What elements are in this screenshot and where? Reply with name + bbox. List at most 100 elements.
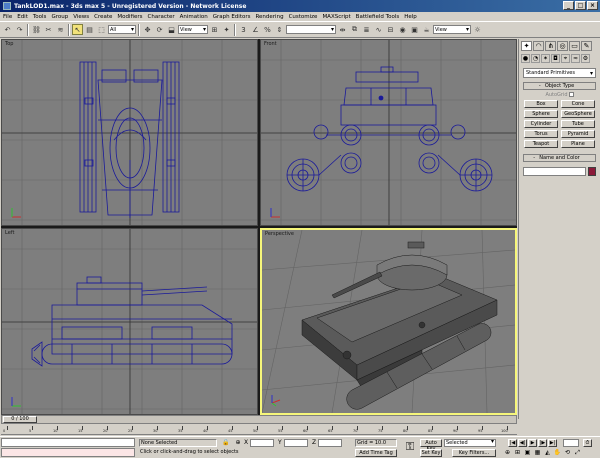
geosphere-button[interactable]: GeoSphere xyxy=(561,110,595,118)
create-tab-icon[interactable]: ✦ xyxy=(521,41,532,51)
sphere-button[interactable]: Sphere xyxy=(524,110,558,118)
menu-battlefield-tools[interactable]: Battlefield Tools xyxy=(356,14,400,20)
select-and-rotate-icon[interactable]: ⟳ xyxy=(154,24,165,35)
render-last-icon[interactable]: ☼ xyxy=(472,24,483,35)
track-bar[interactable]: 0 5 10 15 20 25 30 35 40 45 50 55 60 65 … xyxy=(1,424,517,435)
menu-animation[interactable]: Animation xyxy=(180,14,208,20)
box-button[interactable]: Box xyxy=(524,100,558,108)
selection-filter-dropdown[interactable]: All xyxy=(108,25,136,34)
menu-help[interactable]: Help xyxy=(404,14,417,20)
percent-snap-icon[interactable]: % xyxy=(262,24,273,35)
time-slider-thumb[interactable]: 0 / 100 xyxy=(3,416,37,423)
material-editor-icon[interactable]: ◉ xyxy=(397,24,408,35)
play-icon[interactable]: ▶ xyxy=(528,439,537,447)
space-warps-icon[interactable]: ≈ xyxy=(571,54,580,63)
viewport-label-top[interactable]: Top xyxy=(5,41,13,47)
curve-editor-icon[interactable]: ∿ xyxy=(373,24,384,35)
viewport-label-left[interactable]: Left xyxy=(5,230,14,236)
menu-character[interactable]: Character xyxy=(148,14,175,20)
maximize-button[interactable]: □ xyxy=(575,1,586,10)
object-name-input[interactable] xyxy=(523,167,586,176)
menu-graph-editors[interactable]: Graph Editors xyxy=(213,14,251,20)
current-frame-field[interactable] xyxy=(563,439,579,447)
autogrid-checkbox[interactable]: AutoGrid xyxy=(519,92,600,98)
plane-button[interactable]: Plane xyxy=(561,140,595,148)
modify-tab-icon[interactable]: ◠ xyxy=(533,41,544,51)
tube-button[interactable]: Tube xyxy=(561,120,595,128)
shapes-icon[interactable]: ◔ xyxy=(531,54,540,63)
cylinder-button[interactable]: Cylinder xyxy=(524,120,558,128)
key-filters-button[interactable]: Key Filters... xyxy=(452,449,496,457)
torus-button[interactable]: Torus xyxy=(524,130,558,138)
lock-selection-icon[interactable]: 🔒 xyxy=(222,439,230,447)
object-type-rollout[interactable]: Object Type xyxy=(523,82,596,90)
listener-output[interactable] xyxy=(1,448,135,457)
bind-space-warp-icon[interactable]: ≋ xyxy=(55,24,66,35)
viewport-left[interactable]: Left xyxy=(1,228,258,415)
display-tab-icon[interactable]: ▭ xyxy=(569,41,580,51)
z-coord-field[interactable] xyxy=(318,439,342,447)
teapot-button[interactable]: Teapot xyxy=(524,140,558,148)
menu-file[interactable]: File xyxy=(3,14,12,20)
motion-tab-icon[interactable]: ◎ xyxy=(557,41,568,51)
redo-icon[interactable]: ↷ xyxy=(14,24,25,35)
x-coord-field[interactable] xyxy=(250,439,274,447)
go-to-start-icon[interactable]: |◀ xyxy=(508,439,517,447)
arc-rotate-icon[interactable]: ⟲ xyxy=(563,449,572,457)
geometry-icon[interactable]: ● xyxy=(521,54,530,63)
viewport-label-front[interactable]: Front xyxy=(264,41,277,47)
auto-key-button[interactable]: Auto Key xyxy=(420,439,442,452)
object-color-swatch[interactable] xyxy=(588,167,596,176)
menu-tools[interactable]: Tools xyxy=(33,14,47,20)
previous-frame-icon[interactable]: ◀| xyxy=(518,439,527,447)
reference-coordinate-dropdown[interactable]: View xyxy=(178,25,208,34)
cone-button[interactable]: Cone xyxy=(561,100,595,108)
menu-group[interactable]: Group xyxy=(51,14,68,20)
quick-render-icon[interactable]: ☕ xyxy=(421,24,432,35)
pivot-point-icon[interactable]: ⊞ xyxy=(209,24,220,35)
select-and-manipulate-icon[interactable]: ✦ xyxy=(221,24,232,35)
layer-manager-icon[interactable]: ≣ xyxy=(361,24,372,35)
go-to-end-icon[interactable]: ▶| xyxy=(548,439,557,447)
y-coord-field[interactable] xyxy=(284,439,308,447)
viewport-top[interactable]: Top xyxy=(1,39,258,226)
render-type-dropdown[interactable]: View xyxy=(433,25,471,34)
named-selection-dropdown[interactable] xyxy=(286,25,336,34)
utilities-tab-icon[interactable]: ✎ xyxy=(581,41,592,51)
absolute-mode-icon[interactable]: ⊕ xyxy=(234,439,242,447)
select-and-link-icon[interactable]: ⛓ xyxy=(31,24,42,35)
zoom-extents-all-icon[interactable]: ▦ xyxy=(533,449,542,457)
undo-icon[interactable]: ↶ xyxy=(2,24,13,35)
zoom-icon[interactable]: ⊕ xyxy=(503,449,512,457)
key-mode-dropdown[interactable]: Selected xyxy=(444,439,496,447)
menu-modifiers[interactable]: Modifiers xyxy=(117,14,142,20)
lights-icon[interactable]: ✶ xyxy=(541,54,550,63)
cameras-icon[interactable]: ◘ xyxy=(551,54,560,63)
select-by-name-icon[interactable]: ▤ xyxy=(84,24,95,35)
close-button[interactable]: × xyxy=(587,1,598,10)
hierarchy-tab-icon[interactable]: ⋔ xyxy=(545,41,556,51)
viewport-front[interactable]: Front xyxy=(260,39,517,226)
time-slider[interactable]: 0 / 100 xyxy=(1,415,517,424)
snap-toggle-icon[interactable]: 3 xyxy=(238,24,249,35)
next-frame-icon[interactable]: |▶ xyxy=(538,439,547,447)
rectangular-selection-icon[interactable]: ⬚ xyxy=(96,24,107,35)
maximize-viewport-icon[interactable]: ⤢ xyxy=(573,449,582,457)
primitive-category-dropdown[interactable]: Standard Primitives xyxy=(523,68,596,78)
time-configuration-icon[interactable]: ⏱ xyxy=(583,439,592,447)
align-icon[interactable]: ⧉ xyxy=(349,24,360,35)
viewport-perspective[interactable]: Perspective xyxy=(260,228,517,415)
default-in-out-key-icon[interactable]: ⚿ xyxy=(403,440,417,454)
pan-icon[interactable]: ✋ xyxy=(553,449,562,457)
unlink-selection-icon[interactable]: ✂ xyxy=(43,24,54,35)
render-scene-icon[interactable]: ▣ xyxy=(409,24,420,35)
systems-icon[interactable]: ⚙ xyxy=(581,54,590,63)
mirror-icon[interactable]: ⇹ xyxy=(337,24,348,35)
pyramid-button[interactable]: Pyramid xyxy=(561,130,595,138)
select-and-move-icon[interactable]: ✥ xyxy=(142,24,153,35)
add-time-tag-button[interactable]: Add Time Tag xyxy=(355,449,397,457)
listener-input[interactable] xyxy=(1,438,135,447)
angle-snap-icon[interactable]: ∠ xyxy=(250,24,261,35)
menu-edit[interactable]: Edit xyxy=(17,14,28,20)
menu-maxscript[interactable]: MAXScript xyxy=(322,14,350,20)
